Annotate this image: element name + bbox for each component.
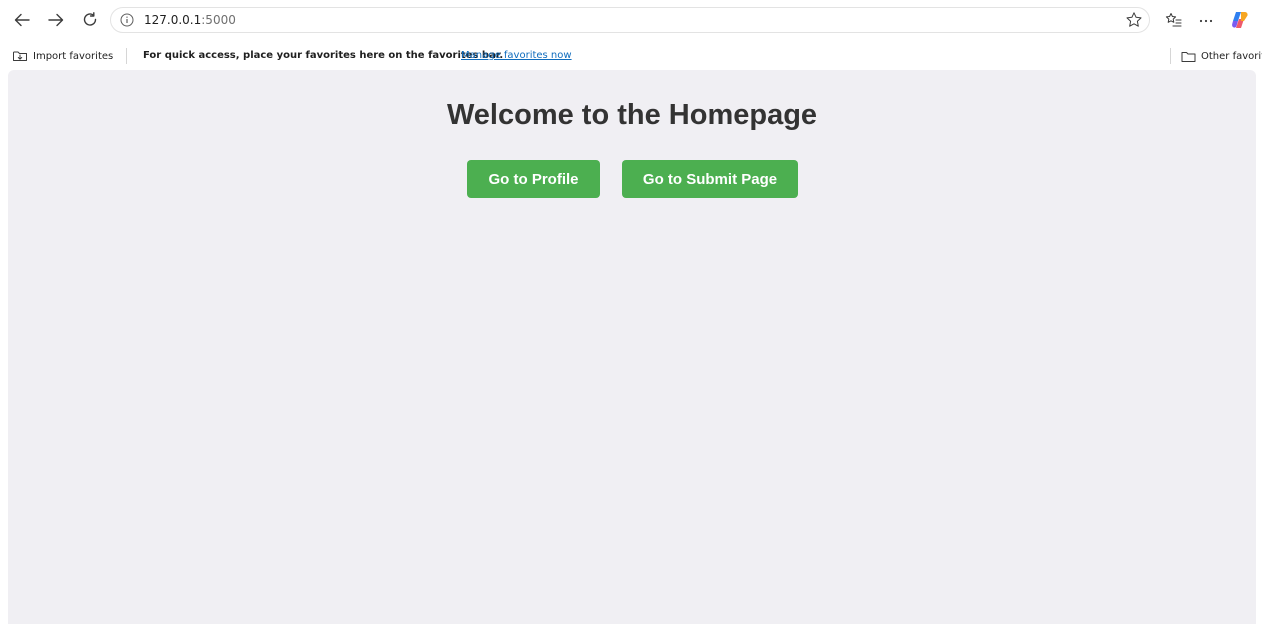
other-favorites-label: Other favorites (1201, 50, 1262, 62)
go-to-profile-button[interactable]: Go to Profile (467, 160, 600, 198)
favorites-list-icon (1165, 13, 1182, 27)
forward-button[interactable] (44, 8, 68, 32)
favorites-divider-right (1170, 48, 1171, 64)
go-to-submit-page-button[interactable]: Go to Submit Page (622, 160, 798, 198)
favorites-divider (126, 48, 127, 64)
manage-favorites-link[interactable]: Manage favorites now (461, 50, 572, 61)
browser-toolbar: 127.0.0.1:5000 (0, 0, 1262, 40)
folder-icon (1181, 51, 1196, 62)
import-favorites-icon (13, 51, 27, 61)
page-content: Welcome to the Homepage Go to Profile Go… (8, 70, 1256, 624)
page-title: Welcome to the Homepage (446, 99, 818, 131)
other-favorites-button[interactable]: Other favorites (1181, 48, 1262, 64)
refresh-button[interactable] (78, 8, 102, 32)
favorites-button[interactable] (1164, 10, 1184, 30)
back-button[interactable] (10, 8, 34, 32)
more-button[interactable] (1196, 10, 1216, 30)
refresh-icon (83, 12, 97, 26)
copilot-button[interactable] (1230, 10, 1250, 30)
info-icon[interactable] (120, 13, 134, 27)
import-favorites-label: Import favorites (33, 50, 114, 62)
add-favorite-button[interactable] (1124, 10, 1144, 30)
import-favorites-button[interactable]: Import favorites (12, 48, 113, 64)
address-bar[interactable]: 127.0.0.1:5000 (110, 7, 1150, 33)
url-host: 127.0.0.1 (144, 13, 202, 27)
star-icon (1126, 12, 1142, 27)
favorites-bar: Import favorites For quick access, place… (0, 42, 1262, 70)
favorites-hint: For quick access, place your favorites h… (143, 50, 504, 61)
more-icon (1199, 19, 1213, 23)
copilot-icon (1232, 12, 1248, 28)
forward-arrow-icon (48, 13, 64, 27)
url-text[interactable]: 127.0.0.1:5000 (144, 13, 236, 27)
url-port: :5000 (201, 13, 236, 27)
back-arrow-icon (14, 13, 30, 27)
